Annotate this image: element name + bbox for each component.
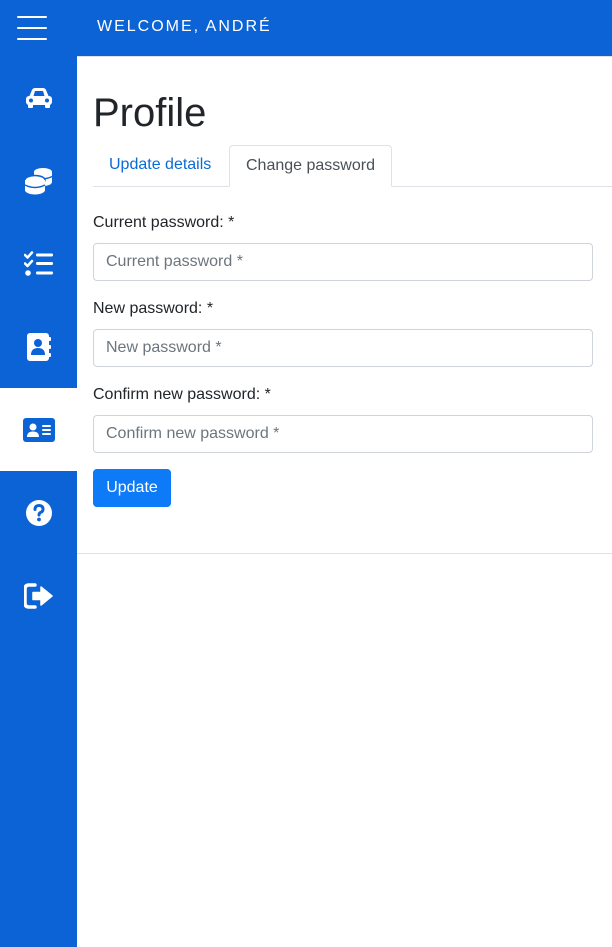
address-book-icon [26, 332, 51, 361]
welcome-text: WELCOME, ANDRÉ [97, 18, 272, 35]
new-password-input[interactable] [93, 329, 593, 367]
sidebar-item-profile[interactable] [0, 388, 77, 471]
top-bar: WELCOME, ANDRÉ [0, 0, 612, 56]
sidebar-item-contacts[interactable] [0, 305, 77, 388]
coins-icon [23, 167, 52, 194]
main-content: Profile Update details Change password C… [77, 56, 612, 947]
car-icon [25, 87, 52, 108]
update-button[interactable]: Update [93, 469, 171, 507]
page-title: Profile [93, 91, 207, 135]
sidebar-item-logout[interactable] [0, 554, 77, 637]
section-divider [77, 553, 612, 554]
current-password-input[interactable] [93, 243, 593, 281]
confirm-password-input[interactable] [93, 415, 593, 453]
tab-change-password[interactable]: Change password [229, 145, 392, 187]
sidebar-item-tasks[interactable] [0, 222, 77, 305]
sidebar-item-vehicles[interactable] [0, 56, 77, 139]
sign-out-icon [23, 582, 53, 609]
sidebar-item-help[interactable] [0, 471, 77, 554]
tab-update-details[interactable]: Update details [93, 145, 227, 187]
current-password-label: Current password: * [93, 214, 235, 231]
sidebar-item-finances[interactable] [0, 139, 77, 222]
id-card-icon [22, 417, 55, 442]
tasks-icon [23, 250, 53, 276]
hamburger-menu-icon[interactable] [15, 14, 49, 42]
profile-tabs: Update details Change password [93, 145, 612, 187]
question-circle-icon [25, 499, 52, 526]
confirm-password-label: Confirm new password: * [93, 386, 271, 403]
new-password-label: New password: * [93, 300, 214, 317]
sidebar [0, 56, 77, 947]
